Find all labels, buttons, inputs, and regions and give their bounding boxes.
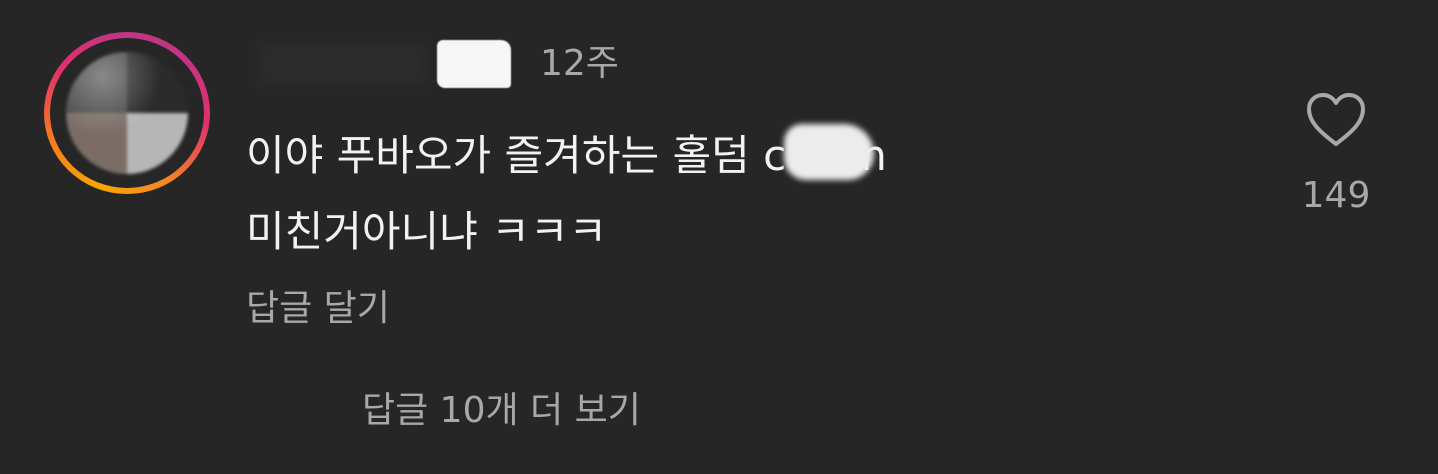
like-button[interactable]: 149 <box>1300 92 1372 222</box>
comment-text-line-2: 미친거아니냐 ㅋㅋㅋ <box>246 207 608 256</box>
heart-outline-icon <box>1307 93 1365 146</box>
profile-picture <box>66 52 188 174</box>
text-redaction-mark <box>784 124 874 180</box>
comment-timestamp: 12주 <box>540 43 619 84</box>
comment-text-line-1: 이야 푸바오가 즐겨하는 홀덤 c O m <box>246 131 887 180</box>
view-more-replies-button[interactable]: 답글 10개 더 보기 <box>362 388 641 434</box>
username-redaction-mark <box>437 40 511 88</box>
avatar[interactable] <box>44 32 210 194</box>
comment-text: 이야 푸바오가 즐겨하는 홀덤 c O m 미친거아니냐 ㅋㅋㅋ <box>246 118 1146 270</box>
reply-button[interactable]: 답글 달기 <box>246 286 390 332</box>
like-count: 149 <box>1301 175 1371 216</box>
username-redacted[interactable] <box>258 42 428 86</box>
